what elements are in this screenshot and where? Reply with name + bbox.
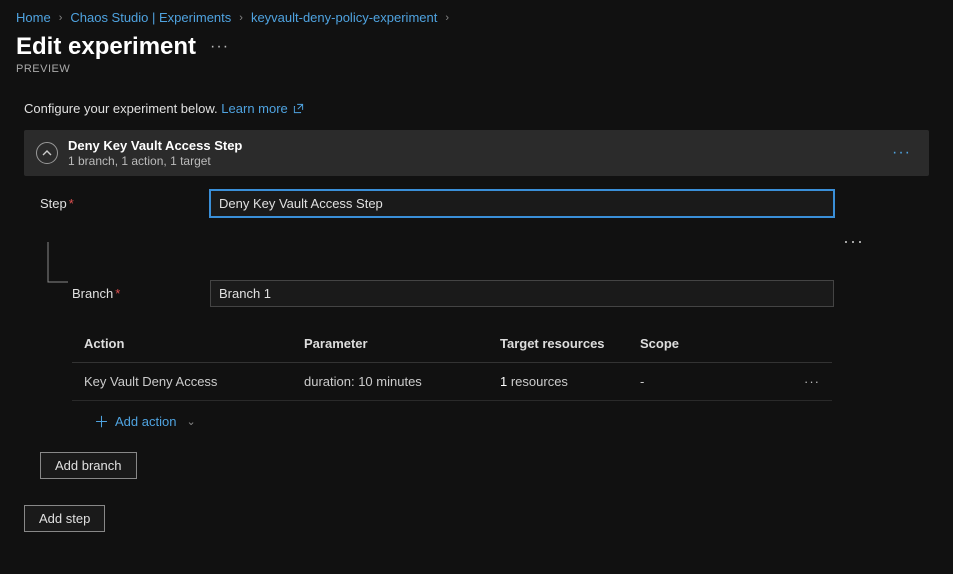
cell-scope: - — [640, 374, 780, 389]
cell-action: Key Vault Deny Access — [84, 374, 304, 389]
page-title: Edit experiment — [16, 33, 196, 61]
branch-name-input[interactable] — [210, 280, 834, 307]
chevron-down-icon: ⌄ — [186, 415, 195, 428]
instruction-text: Configure your experiment below. Learn m… — [0, 93, 953, 130]
learn-more-link[interactable]: Learn more — [221, 101, 304, 116]
external-link-icon — [293, 103, 304, 114]
chevron-up-icon — [42, 148, 52, 158]
table-row[interactable]: Key Vault Deny Access duration: 10 minut… — [72, 363, 832, 401]
cell-parameter: duration: 10 minutes — [304, 374, 500, 389]
breadcrumb-home[interactable]: Home — [16, 10, 51, 25]
breadcrumb-studio[interactable]: Chaos Studio | Experiments — [70, 10, 231, 25]
col-action: Action — [84, 336, 304, 351]
chevron-right-icon: › — [59, 12, 63, 24]
step-panel: Deny Key Vault Access Step 1 branch, 1 a… — [24, 130, 929, 176]
instruction-label: Configure your experiment below. — [24, 101, 218, 116]
chevron-right-icon: › — [239, 12, 243, 24]
step-name-input[interactable] — [210, 190, 834, 217]
plus-icon: ＋ — [94, 411, 109, 432]
step-header: Deny Key Vault Access Step 1 branch, 1 a… — [24, 130, 929, 176]
step-header-title: Deny Key Vault Access Step — [68, 138, 876, 153]
actions-table: Action Parameter Target resources Scope … — [72, 325, 832, 442]
table-header: Action Parameter Target resources Scope — [72, 325, 832, 363]
step-field-label: Step* — [40, 196, 210, 211]
row-more-button[interactable]: ··· — [780, 374, 820, 389]
add-branch-button[interactable]: Add branch — [40, 452, 137, 479]
add-step-button[interactable]: Add step — [24, 505, 105, 532]
col-parameter: Parameter — [304, 336, 500, 351]
add-action-button[interactable]: ＋ Add action ⌄ — [72, 401, 208, 442]
chevron-right-icon: › — [445, 12, 449, 24]
collapse-toggle[interactable] — [36, 142, 58, 164]
required-indicator: * — [115, 286, 120, 301]
page-subtitle: PREVIEW — [0, 61, 953, 93]
required-indicator: * — [69, 196, 74, 211]
breadcrumb-experiment[interactable]: keyvault-deny-policy-experiment — [251, 10, 437, 25]
col-scope: Scope — [640, 336, 780, 351]
tree-connector-icon — [46, 242, 74, 290]
step-more-button[interactable]: ··· — [886, 144, 917, 162]
cell-targets: 1 resources — [500, 374, 640, 389]
col-targets: Target resources — [500, 336, 640, 351]
branch-more-button[interactable]: ··· — [835, 227, 872, 256]
title-more-button[interactable]: ··· — [210, 38, 229, 56]
step-header-subtitle: 1 branch, 1 action, 1 target — [68, 154, 876, 168]
breadcrumb: Home › Chaos Studio | Experiments › keyv… — [0, 0, 953, 29]
